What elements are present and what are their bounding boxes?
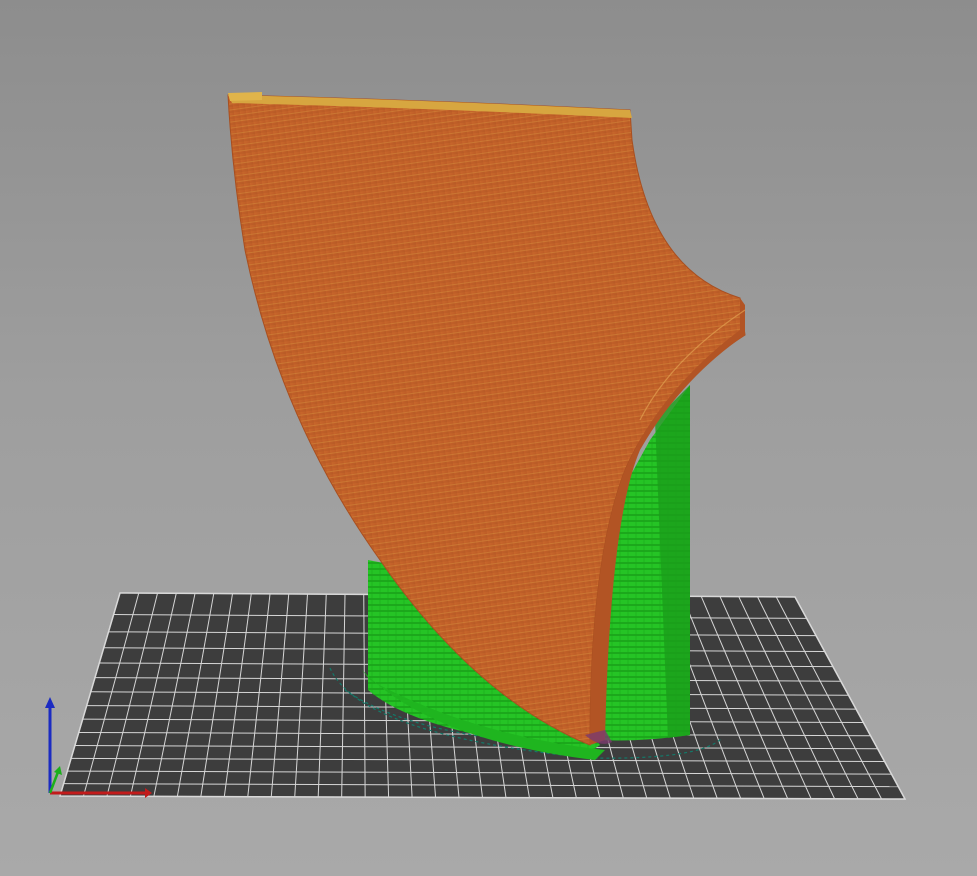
axis-z-arrow-icon — [45, 697, 55, 708]
scene-canvas[interactable] — [0, 0, 977, 876]
3d-viewport[interactable] — [0, 0, 977, 876]
